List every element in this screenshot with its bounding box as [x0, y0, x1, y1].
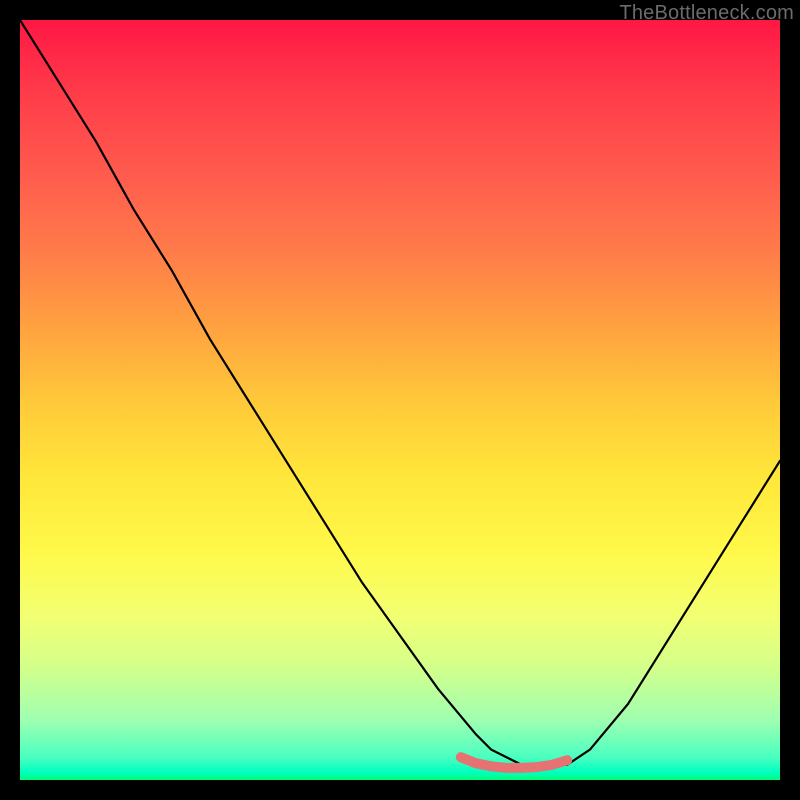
chart-container: TheBottleneck.com: [0, 0, 800, 800]
bottleneck-curve: [20, 20, 780, 765]
bottom-strip: [20, 777, 780, 780]
chart-svg: [20, 20, 780, 780]
optimal-range-marker: [461, 757, 567, 768]
plot-area: [20, 20, 780, 780]
